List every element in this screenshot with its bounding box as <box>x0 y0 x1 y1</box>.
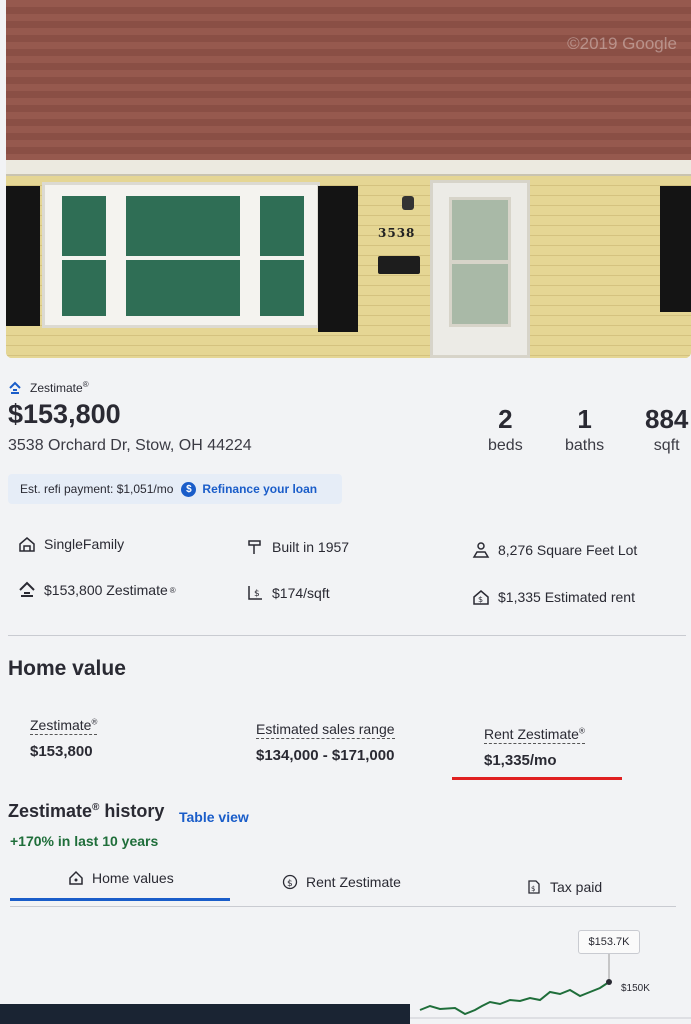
svg-text:$: $ <box>254 589 260 599</box>
rent-icon: $ <box>472 588 490 606</box>
photo-watermark: ©2019 Google <box>567 34 677 53</box>
hv-range-value: $134,000 - $171,000 <box>256 747 395 764</box>
home-icon <box>18 535 36 553</box>
document-icon: $ <box>526 879 542 895</box>
active-tab-indicator <box>10 898 230 901</box>
dark-window-left <box>6 186 40 326</box>
hv-rent-label[interactable]: Rent Zestimate® <box>484 726 585 744</box>
table-view-link[interactable]: Table view <box>179 809 249 825</box>
refi-banner: Est. refi payment: $1,051/mo $ Refinance… <box>8 474 342 504</box>
refinance-link[interactable]: Refinance your loan <box>202 482 317 496</box>
zestimate-icon <box>8 381 22 395</box>
gutter <box>6 160 691 176</box>
zestimate-line <box>419 981 610 1016</box>
screen-bezel <box>0 1004 410 1024</box>
baths-stat: 1 baths <box>565 404 605 454</box>
section-divider <box>8 635 686 636</box>
address: 3538 Orchard Dr, Stow, OH 44224 <box>8 437 252 454</box>
tab-divider <box>10 906 676 907</box>
dark-window-right <box>660 186 691 312</box>
zestimate-icon <box>18 581 36 599</box>
fact-price-per-sqft: $ $174/sqft <box>246 584 330 602</box>
property-photo[interactable]: 3538 ©2019 Google <box>6 0 691 358</box>
fact-zestimate: $153,800 Zestimate ® <box>18 581 176 599</box>
home-value-title: Home value <box>8 657 126 680</box>
hv-range-label[interactable]: Estimated sales range <box>256 721 395 739</box>
dark-doorway <box>318 186 358 332</box>
svg-text:$: $ <box>287 879 293 889</box>
dollar-icon: $ <box>181 481 197 497</box>
fact-year-built: Built in 1957 <box>246 538 349 556</box>
mailbox <box>378 256 420 274</box>
sqft-stat: 884 sqft <box>645 404 689 454</box>
tab-tax-paid[interactable]: $ Tax paid <box>526 879 602 895</box>
house-number: 3538 <box>378 226 416 240</box>
fact-lot-size: 8,276 Square Feet Lot <box>472 541 637 559</box>
fact-estimated-rent: $ $1,335 Estimated rent <box>472 588 635 606</box>
history-title: Zestimate® history <box>8 801 165 821</box>
front-window <box>42 182 320 328</box>
hv-zestimate-value: $153,800 <box>30 743 93 760</box>
tab-rent-zestimate[interactable]: $ Rent Zestimate <box>282 874 401 890</box>
home-icon <box>68 870 84 886</box>
hv-sales-range: Estimated sales range $134,000 - $171,00… <box>256 721 395 764</box>
dollar-circle-icon: $ <box>282 874 298 890</box>
price-per-sqft-icon: $ <box>246 584 264 602</box>
hv-rent-zestimate: Rent Zestimate® $1,335/mo <box>484 726 585 769</box>
chart-point <box>606 979 612 985</box>
lot-icon <box>472 541 490 559</box>
tab-home-values[interactable]: Home values <box>68 870 174 886</box>
zestimate-chart[interactable] <box>400 930 691 1024</box>
zestimate-label: Zestimate® <box>8 380 89 395</box>
roof <box>6 0 691 168</box>
beds-stat: 2 beds <box>488 404 523 454</box>
fact-home-type: SingleFamily <box>18 535 124 553</box>
porch-lamp <box>402 196 414 210</box>
hv-zestimate-label[interactable]: Zestimate® <box>30 717 98 735</box>
svg-text:$: $ <box>531 885 535 893</box>
refi-payment-text: Est. refi payment: $1,051/mo <box>20 482 174 496</box>
hv-rent-value: $1,335/mo <box>484 752 557 769</box>
svg-text:$: $ <box>478 595 483 604</box>
price: $153,800 <box>8 399 121 429</box>
hv-zestimate: Zestimate® $153,800 <box>30 717 98 760</box>
red-underline-annotation <box>452 777 622 780</box>
front-door <box>430 180 530 358</box>
hammer-icon <box>246 538 264 556</box>
growth-text: +170% in last 10 years <box>10 833 159 849</box>
